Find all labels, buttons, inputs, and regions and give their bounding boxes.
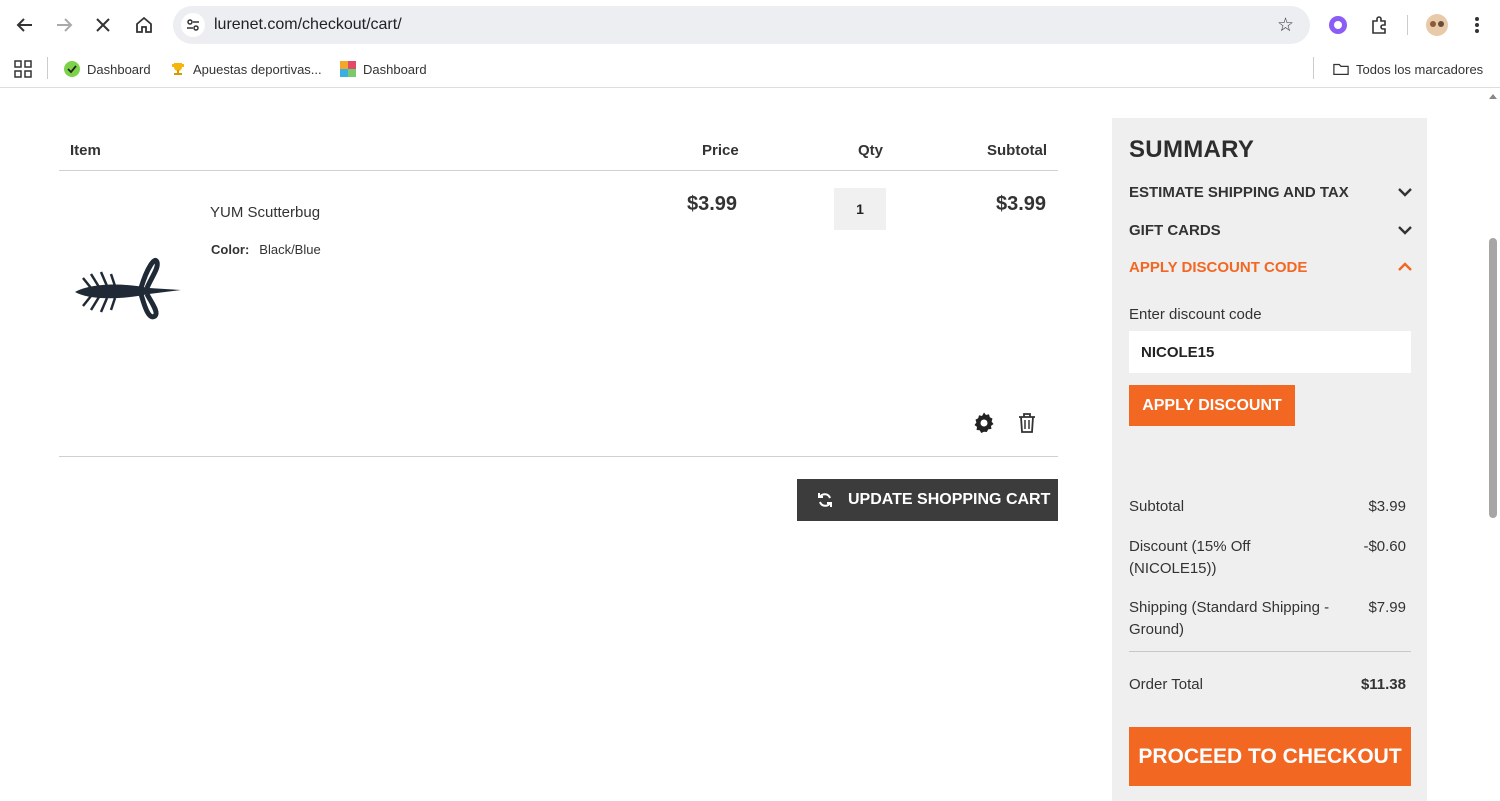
proceed-to-checkout-button[interactable]: PROCEED TO CHECKOUT	[1129, 727, 1411, 786]
bookmark-dashboard-2[interactable]: Dashboard	[340, 57, 427, 81]
header-subtotal: Subtotal	[987, 142, 1047, 159]
bookmark-apuestas[interactable]: Apuestas deportivas...	[170, 57, 322, 81]
header-qty: Qty	[858, 142, 884, 159]
product-option: Color: Black/Blue	[211, 242, 321, 257]
update-cart-button[interactable]: UPDATE SHOPPING CART	[797, 479, 1058, 521]
header-divider	[59, 170, 1058, 171]
home-icon[interactable]	[130, 11, 158, 39]
bookmark-label: Dashboard	[87, 61, 151, 77]
quantity-input[interactable]: 1	[834, 188, 886, 230]
item-divider	[59, 456, 1058, 457]
order-total-value: $11.38	[1360, 676, 1406, 693]
all-bookmarks-label: Todos los marcadores	[1356, 61, 1484, 77]
header-price: Price	[702, 142, 739, 159]
bookmark-dashboard-1[interactable]: Dashboard	[64, 57, 151, 81]
colorful-grid-icon	[340, 61, 356, 77]
url-text[interactable]: lurenet.com/checkout/cart/	[214, 16, 402, 34]
apply-discount-toggle[interactable]: APPLY DISCOUNT CODE	[1129, 259, 1412, 276]
green-logo-icon	[64, 61, 80, 77]
subtotal-label: Subtotal	[1129, 498, 1185, 515]
estimate-shipping-toggle[interactable]: ESTIMATE SHIPPING AND TAX	[1129, 184, 1412, 201]
forward-icon[interactable]	[50, 11, 78, 39]
chevron-down-icon	[1398, 222, 1412, 239]
update-cart-label: UPDATE SHOPPING CART	[848, 491, 1051, 508]
product-name[interactable]: YUM Scutterbug	[210, 204, 320, 221]
order-summary: SUMMARY ESTIMATE SHIPPING AND TAX GIFT C…	[1112, 118, 1427, 801]
totals-divider	[1129, 651, 1411, 652]
bookmarks-divider	[1313, 57, 1314, 79]
back-icon[interactable]	[11, 11, 39, 39]
order-total-label: Order Total	[1129, 676, 1203, 693]
apply-discount-button[interactable]: APPLY DISCOUNT	[1129, 385, 1295, 426]
header-item: Item	[70, 142, 101, 159]
site-settings-icon[interactable]	[181, 13, 205, 37]
bookmark-star-icon[interactable]: ☆	[1277, 14, 1294, 37]
item-price: $3.99	[687, 193, 738, 215]
item-subtotal: $3.99	[996, 193, 1047, 215]
cart-table: Item Price Qty Subtotal YUM Scutterbug C…	[59, 88, 1058, 801]
page-scrollbar[interactable]	[1486, 88, 1500, 801]
scroll-up-arrow-icon[interactable]	[1489, 94, 1497, 99]
profile-avatar[interactable]	[1424, 12, 1450, 38]
apply-discount-label: APPLY DISCOUNT CODE	[1129, 259, 1308, 276]
gift-cards-toggle[interactable]: GIFT CARDS	[1129, 222, 1412, 239]
toolbar-divider	[1407, 15, 1408, 35]
apps-grid-icon[interactable]	[14, 57, 32, 81]
discount-label: Discount (15% Off (NICOLE15))	[1129, 538, 1251, 577]
subtotal-value: $3.99	[1368, 498, 1406, 515]
discount-code-input[interactable]	[1129, 331, 1411, 373]
stop-loading-icon[interactable]	[89, 11, 117, 39]
delete-trash-icon[interactable]	[1014, 410, 1040, 436]
bookmarks-bar: Dashboard Apuestas deportivas... Dashboa…	[0, 50, 1500, 88]
trophy-icon	[170, 61, 186, 77]
menu-kebab-icon[interactable]	[1464, 12, 1490, 38]
option-label: Color:	[211, 242, 250, 257]
summary-title: SUMMARY	[1129, 136, 1255, 163]
extension-icon[interactable]	[1325, 12, 1351, 38]
product-image[interactable]	[69, 248, 189, 328]
shipping-value: $7.99	[1368, 599, 1406, 616]
scrollbar-thumb[interactable]	[1489, 238, 1497, 518]
bookmarks-divider	[47, 57, 48, 79]
discount-code-label: Enter discount code	[1129, 306, 1262, 323]
edit-gear-icon[interactable]	[971, 410, 997, 436]
chevron-up-icon	[1398, 259, 1412, 276]
shipping-label: Shipping (Standard Shipping - Ground)	[1129, 599, 1330, 638]
discount-value: -$0.60	[1363, 538, 1406, 555]
option-value: Black/Blue	[259, 242, 321, 257]
bookmark-label: Apuestas deportivas...	[193, 61, 322, 77]
browser-toolbar: lurenet.com/checkout/cart/ ☆	[0, 0, 1500, 50]
gift-cards-label: GIFT CARDS	[1129, 222, 1221, 239]
bookmark-label: Dashboard	[363, 61, 427, 77]
extensions-puzzle-icon[interactable]	[1366, 12, 1392, 38]
refresh-icon	[817, 492, 833, 508]
estimate-shipping-label: ESTIMATE SHIPPING AND TAX	[1129, 184, 1349, 201]
folder-icon	[1333, 61, 1349, 77]
all-bookmarks[interactable]: Todos los marcadores	[1333, 57, 1483, 81]
address-bar[interactable]: lurenet.com/checkout/cart/ ☆	[173, 6, 1310, 44]
chevron-down-icon	[1398, 184, 1412, 201]
